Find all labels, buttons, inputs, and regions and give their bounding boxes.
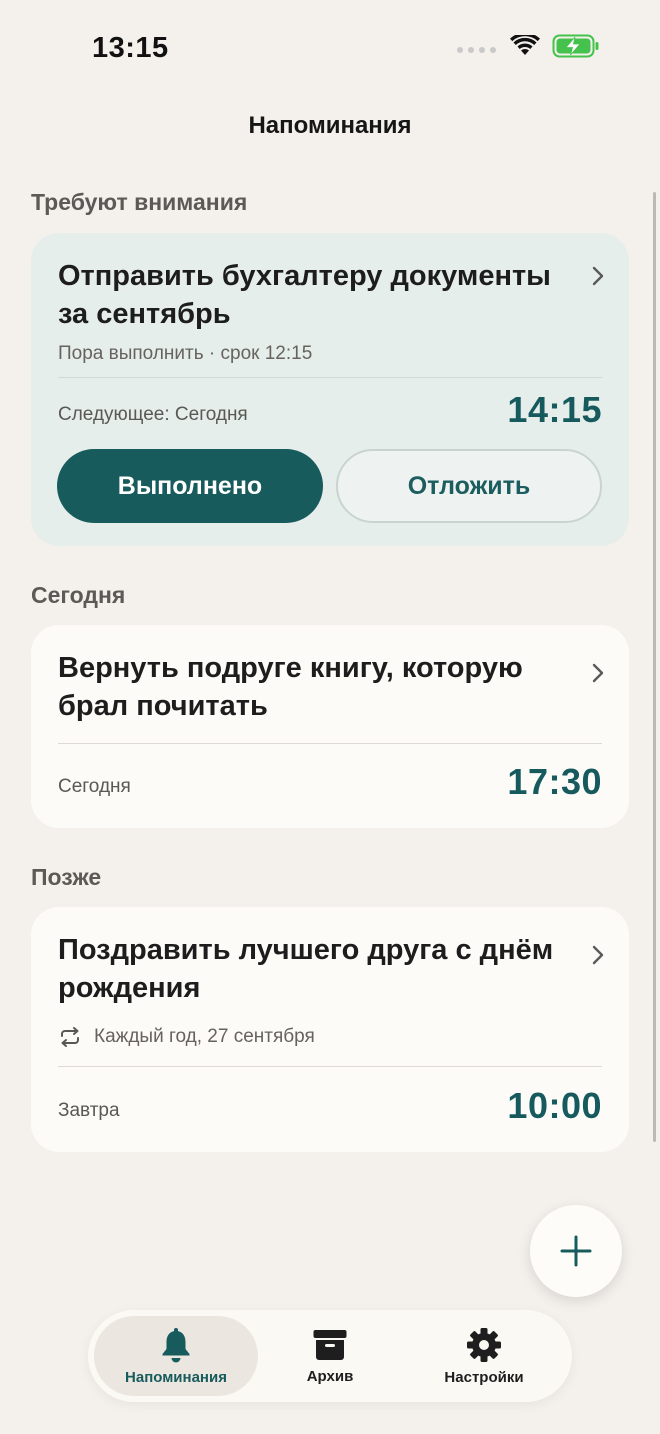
reminder-card-today[interactable]: Вернуть подруге книгу, которую брал почи… xyxy=(31,625,629,828)
done-button[interactable]: Выполнено xyxy=(57,449,323,523)
card-divider xyxy=(58,1066,602,1067)
reminder-time: 14:15 xyxy=(507,389,602,430)
card-divider xyxy=(58,377,602,378)
snooze-button[interactable]: Отложить xyxy=(336,449,602,523)
reminder-status: Пора выполнить · срок 12:15 xyxy=(58,343,313,364)
reminder-title: Вернуть подруге книгу, которую брал почи… xyxy=(58,652,523,722)
reminder-title: Поздравить лучшего друга с днём рождения xyxy=(58,934,554,1004)
section-label-today: Сегодня xyxy=(31,582,126,608)
status-icons xyxy=(457,34,600,58)
card-divider xyxy=(58,743,602,744)
status-time: 13:15 xyxy=(92,32,169,64)
tab-reminders[interactable]: Напоминания xyxy=(94,1316,258,1396)
tab-settings[interactable]: Настройки xyxy=(402,1316,566,1396)
tab-archive[interactable]: Архив xyxy=(248,1316,412,1396)
reminder-time: 17:30 xyxy=(507,761,602,802)
scroll-indicator xyxy=(653,192,656,1142)
reminder-time: 10:00 xyxy=(507,1085,602,1126)
tab-label: Архив xyxy=(306,1367,354,1385)
chevron-right-icon xyxy=(592,266,604,286)
reminder-card-attention[interactable]: Отправить бухгалтеру документы за сентяб… xyxy=(31,233,629,546)
repeat-icon xyxy=(61,1027,79,1047)
reminder-card-later[interactable]: Поздравить лучшего друга с днём рождения… xyxy=(31,907,629,1152)
archive-icon xyxy=(313,1329,347,1360)
bell-icon xyxy=(162,1327,190,1362)
reminder-title: Отправить бухгалтеру документы за сентяб… xyxy=(58,260,551,330)
battery-charging-icon xyxy=(552,34,599,58)
section-label-later: Позже xyxy=(31,864,102,890)
reminder-day: Завтра xyxy=(58,1100,120,1121)
gear-icon xyxy=(467,1327,501,1362)
section-label-attention: Требуют внимания xyxy=(31,189,248,215)
cellular-signal-icon xyxy=(457,47,496,53)
status-bar: 13:15 xyxy=(0,0,660,100)
tab-label: Настройки xyxy=(444,1368,524,1386)
plus-icon xyxy=(560,1235,592,1267)
reminder-day: Сегодня xyxy=(58,776,131,797)
chevron-right-icon xyxy=(592,945,604,965)
tab-label: Напоминания xyxy=(125,1368,227,1386)
chevron-right-icon xyxy=(592,663,604,683)
wifi-icon xyxy=(510,35,540,55)
tab-bar: Напоминания Архив Настройки xyxy=(88,1310,572,1402)
reminder-next: Следующее: Сегодня xyxy=(58,404,248,425)
reminder-repeat: Каждый год, 27 сентября xyxy=(58,1026,315,1048)
reminder-repeat-text: Каждый год, 27 сентября xyxy=(94,1026,315,1047)
page-title: Напоминания xyxy=(248,112,412,139)
add-reminder-button[interactable] xyxy=(530,1205,622,1297)
